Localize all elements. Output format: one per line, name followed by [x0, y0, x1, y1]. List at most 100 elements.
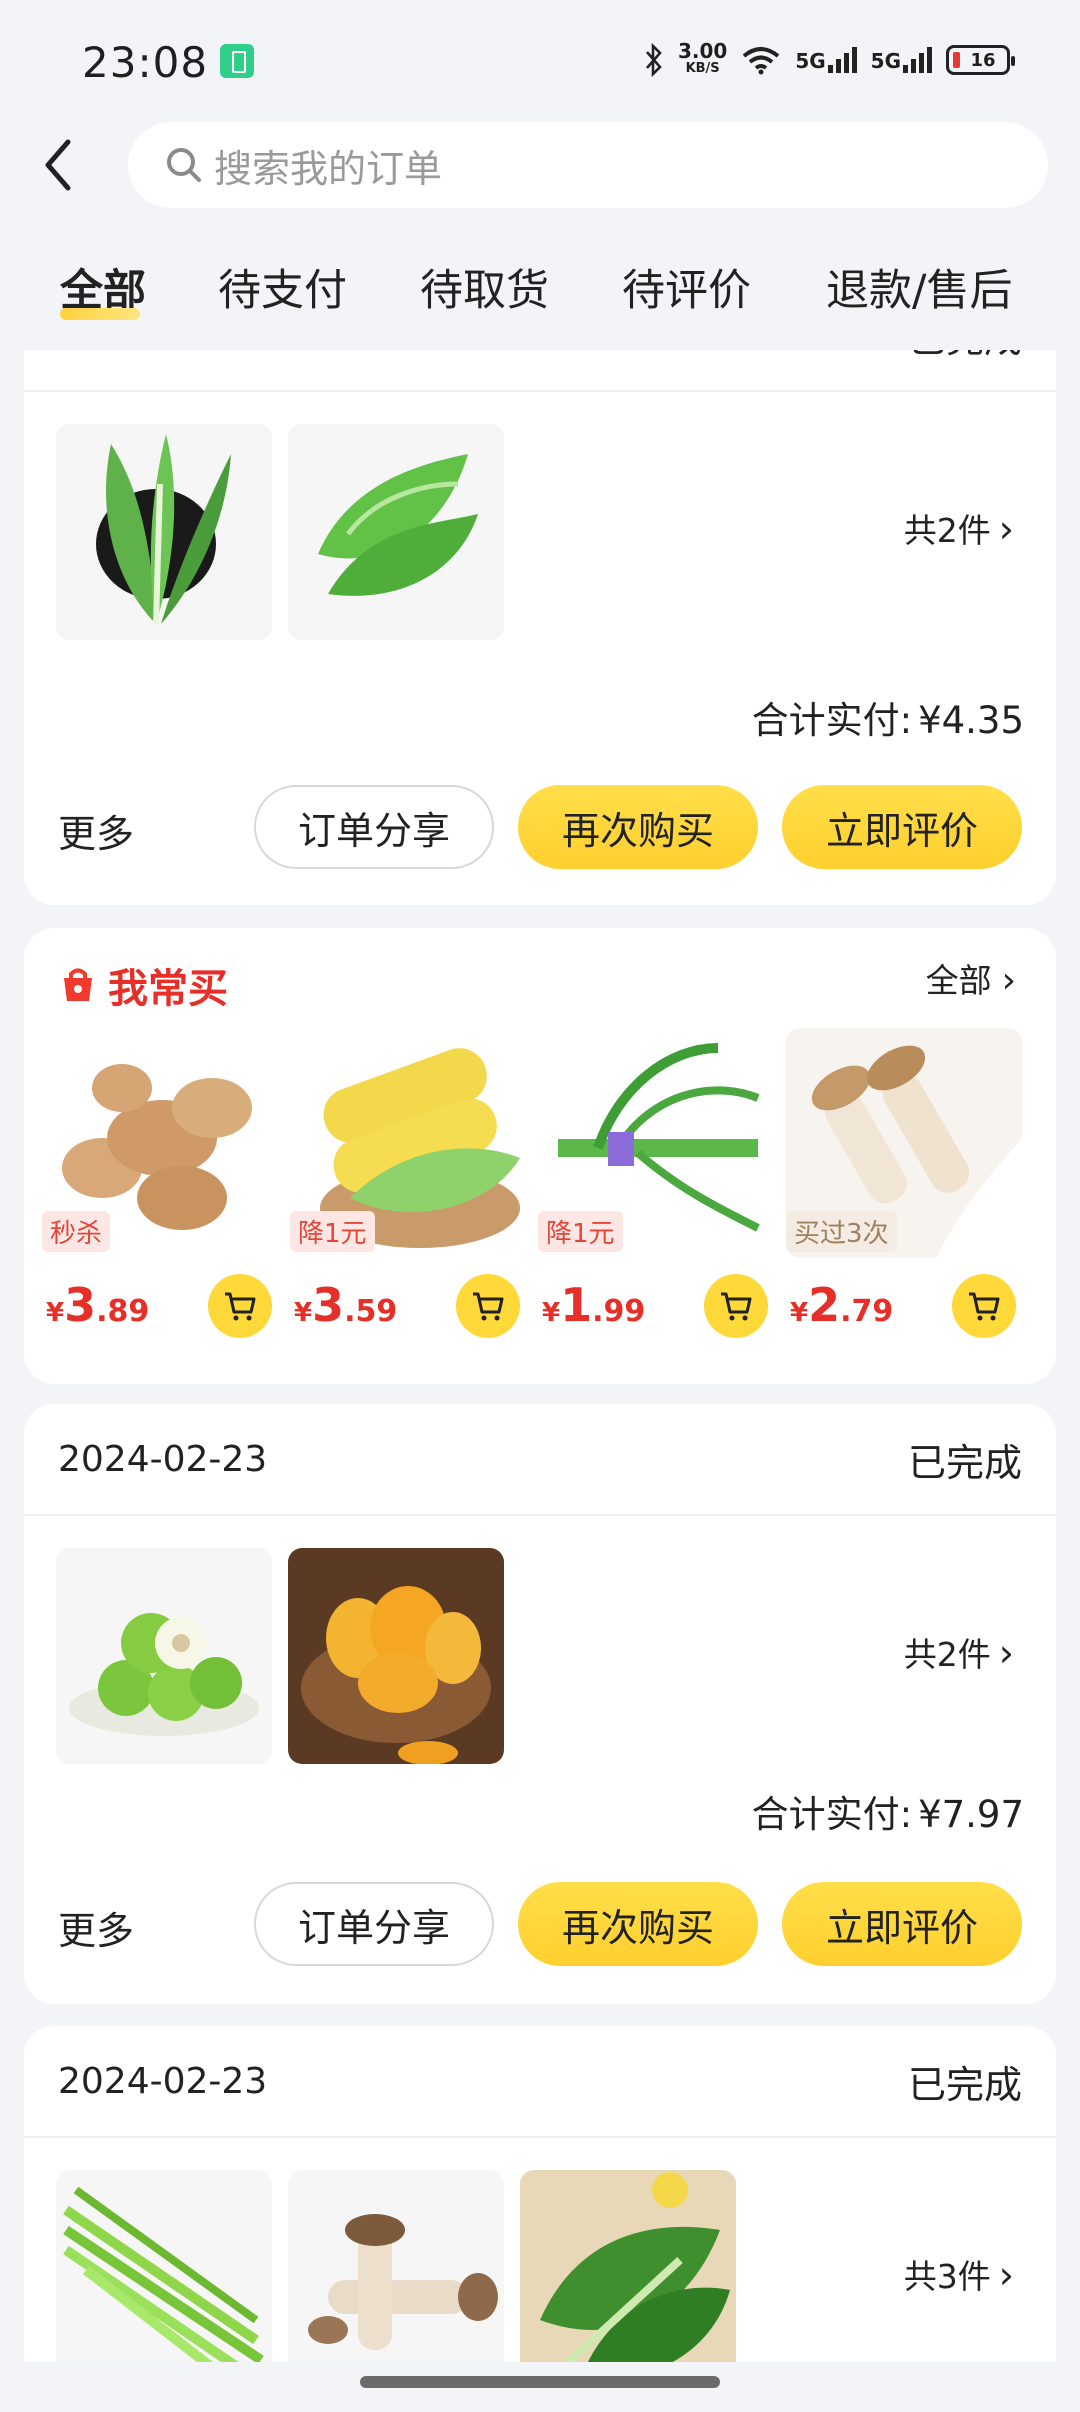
bokchoy-image — [318, 454, 478, 596]
order-list[interactable]: 2024-02-24 已完成 — [0, 350, 1080, 2362]
product-card[interactable]: 降1元 ¥3.59 — [290, 1028, 526, 1338]
price-integer: 3 — [312, 1278, 345, 1332]
order-total: 合计实付: ¥7.97 — [752, 1784, 1024, 1838]
product-thumbnail-mango[interactable] — [288, 1548, 504, 1764]
order-status: 已完成 — [907, 1440, 1022, 1485]
share-order-button[interactable]: 订单分享 — [254, 1882, 494, 1966]
search-icon — [167, 148, 201, 182]
jujube-image — [69, 1613, 259, 1736]
garlic-scape-image: 降1元 — [538, 1028, 774, 1258]
mushroom-image — [308, 2214, 498, 2350]
tab-pending-payment[interactable]: 待支付 — [218, 256, 347, 318]
order-date: 2024-02-23 — [58, 1438, 268, 1480]
item-count-link[interactable]: 共3件 — [904, 2250, 1014, 2298]
wifi-icon — [743, 47, 780, 75]
app-badge-icon — [220, 44, 254, 78]
order-card: 2024-02-24 已完成 — [24, 350, 1056, 905]
order-date: 2024-02-24 — [58, 350, 267, 356]
order-total-value: ¥7.97 — [918, 1793, 1024, 1836]
mushroom-image: 买过3次 — [786, 1028, 1022, 1258]
more-button[interactable]: 更多 — [58, 1900, 134, 1955]
product-thumbnail-chives[interactable] — [56, 2170, 272, 2362]
price-currency: ¥ — [294, 1298, 313, 1328]
price-integer: 1 — [560, 1278, 593, 1332]
order-tabs: 全部 待支付 待取货 待评价 退款/售后 — [0, 256, 1080, 332]
order-items[interactable]: 共2件 — [24, 1516, 1056, 1786]
add-to-cart-button[interactable] — [704, 1274, 768, 1338]
status-icons: 3.00 KB/S 5G 5G 16 — [644, 36, 1015, 84]
cart-icon — [225, 1292, 256, 1321]
product-tag: 降1元 — [538, 1211, 623, 1252]
back-button[interactable] — [36, 130, 86, 200]
home-indicator[interactable] — [360, 2376, 720, 2388]
more-button[interactable]: 更多 — [58, 803, 134, 858]
price-currency: ¥ — [790, 1298, 809, 1328]
signal-1: 5G — [795, 47, 857, 73]
search-placeholder: 搜索我的订单 — [214, 146, 443, 191]
product-thumbnail-romaine[interactable] — [56, 424, 272, 640]
order-items[interactable]: 共3件 — [24, 2138, 1056, 2362]
chives-image — [63, 2186, 264, 2362]
price-decimal: .59 — [344, 1294, 398, 1329]
bluetooth-icon — [645, 43, 662, 77]
product-price: ¥3.89 — [46, 1278, 149, 1332]
network-speed: 3.00 KB/S — [678, 41, 727, 78]
signal-bars-icon — [827, 47, 857, 73]
cart-icon — [473, 1292, 504, 1321]
mango-image — [301, 1586, 491, 1764]
price-currency: ¥ — [542, 1298, 561, 1328]
product-thumbnail-jujube[interactable] — [56, 1548, 272, 1764]
tab-pending-review[interactable]: 待评价 — [622, 256, 751, 318]
tab-pending-pickup[interactable]: 待取货 — [420, 256, 549, 318]
order-card: 2024-02-23 已完成 — [24, 1404, 1056, 2004]
add-to-cart-button[interactable] — [456, 1274, 520, 1338]
order-total-label: 合计实付: — [751, 699, 913, 742]
share-order-button[interactable]: 订单分享 — [254, 785, 494, 869]
add-to-cart-button[interactable] — [952, 1274, 1016, 1338]
item-count-link[interactable]: 共2件 — [904, 1628, 1014, 1676]
review-button[interactable]: 立即评价 — [782, 1882, 1022, 1966]
search-input[interactable]: 搜索我的订单 — [128, 122, 1048, 208]
order-total: 合计实付: ¥4.35 — [752, 690, 1024, 744]
choysum-image — [540, 2172, 730, 2362]
battery-level: 16 — [970, 49, 996, 71]
battery-icon: 16 — [946, 45, 1015, 75]
product-price: ¥2.79 — [790, 1278, 893, 1332]
price-decimal: .89 — [96, 1294, 150, 1329]
signal-bars-icon — [903, 47, 932, 73]
price-integer: 3 — [64, 1278, 97, 1332]
price-decimal: .79 — [840, 1294, 894, 1329]
product-card[interactable]: 买过3次 ¥2.79 — [786, 1028, 1022, 1338]
product-card[interactable]: 秒杀 ¥3.89 — [42, 1028, 278, 1338]
shopping-bag-icon — [64, 968, 92, 1001]
product-thumbnail-bokchoy[interactable] — [288, 424, 504, 640]
cart-icon — [969, 1292, 1000, 1321]
order-total-value: ¥4.35 — [918, 699, 1024, 742]
price-integer: 2 — [808, 1278, 841, 1332]
active-tab-indicator — [60, 308, 140, 320]
product-card[interactable]: 降1元 ¥1.99 — [538, 1028, 774, 1338]
buy-again-button[interactable]: 再次购买 — [518, 1882, 758, 1966]
review-button[interactable]: 立即评价 — [782, 785, 1022, 869]
product-thumbnail-mushroom[interactable] — [288, 2170, 504, 2362]
tab-refund[interactable]: 退款/售后 — [826, 256, 1013, 318]
frequent-all-link[interactable]: 全部 — [926, 954, 1016, 1002]
signal-2: 5G — [871, 47, 932, 73]
signal-1-label: 5G — [795, 49, 826, 73]
product-price: ¥3.59 — [294, 1278, 397, 1332]
add-to-cart-button[interactable] — [208, 1274, 272, 1338]
product-thumbnail-choysum[interactable] — [520, 2170, 736, 2362]
frequent-title-text: 我常买 — [108, 966, 228, 1012]
order-items[interactable]: 共2件 — [24, 392, 1056, 662]
price-decimal: .99 — [592, 1294, 646, 1329]
cart-icon — [721, 1292, 752, 1321]
order-actions: 更多 订单分享 再次购买 立即评价 — [24, 1882, 1056, 1966]
product-tag: 秒杀 — [42, 1211, 111, 1252]
buy-again-button[interactable]: 再次购买 — [518, 785, 758, 869]
product-tag: 买过3次 — [786, 1211, 897, 1252]
order-card: 2024-02-23 已完成 — [24, 2026, 1056, 2362]
price-currency: ¥ — [46, 1298, 65, 1328]
item-count-link[interactable]: 共2件 — [904, 504, 1014, 552]
chevron-left-icon — [45, 139, 71, 191]
orders-page: 23:08 3.00 KB/S 5G 5G 16 搜索我的订单 全部 待支付 待… — [0, 0, 1080, 2412]
